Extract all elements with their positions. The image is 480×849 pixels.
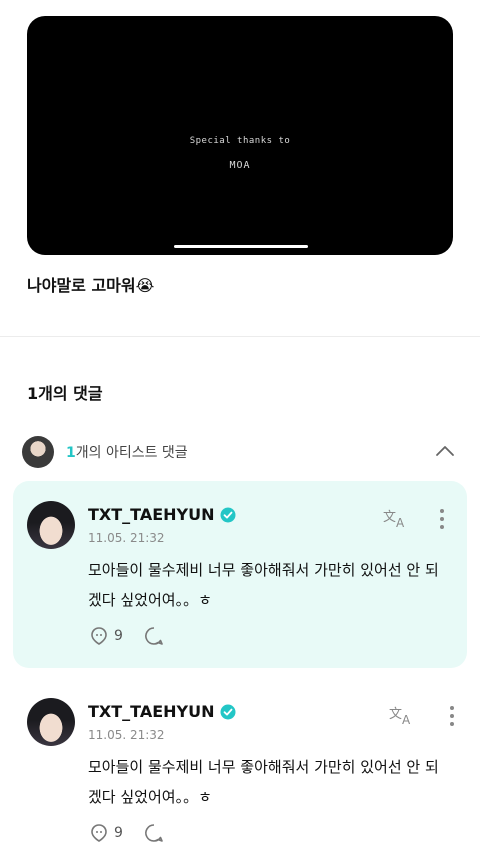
comment-body: 모아들이 물수제비 너무 좋아해줘서 가만히 있어선 안 되겠다 싶었어여。。ㅎ (88, 561, 439, 609)
comment-time: 11.05. 21:32 (88, 531, 165, 545)
comment-author-name: TXT_TAEHYUN (88, 505, 215, 524)
comment-author[interactable]: TXT_TAEHYUN (88, 702, 236, 721)
comment-body: 모아들이 물수제비 너무 좋아해줘서 가만히 있어선 안 되겠다 싶었어여。。ㅎ (88, 758, 439, 806)
section-divider (0, 336, 480, 337)
svg-text:文: 文 (383, 510, 396, 525)
reply-icon[interactable] (143, 625, 165, 647)
comment-count: 1개의 댓글 (27, 384, 103, 403)
chevron-up-icon[interactable] (434, 440, 456, 462)
comment-author[interactable]: TXT_TAEHYUN (88, 505, 236, 524)
like-icon[interactable] (88, 625, 110, 647)
post-text: 나야말로 고마워😭 (27, 276, 155, 295)
comment-actions: 9 (88, 821, 165, 845)
comment-highlighted: TXT_TAEHYUN 11.05. 21:32 文 A 모아들이 물수제비 너… (13, 481, 467, 668)
translate-icon[interactable]: 文 A (383, 507, 409, 529)
comment-time: 11.05. 21:32 (88, 728, 165, 742)
verified-badge-icon (220, 507, 236, 522)
avatar (22, 436, 54, 468)
like-count: 9 (114, 628, 123, 644)
comment-author-name: TXT_TAEHYUN (88, 702, 215, 721)
comment: TXT_TAEHYUN 11.05. 21:32 文 A 모아들이 물수제비 너… (13, 682, 467, 849)
video-caption-line2: MOA (229, 160, 251, 171)
video-player[interactable]: Special thanks to MOA (27, 16, 453, 255)
reply-icon[interactable] (143, 822, 165, 844)
avatar[interactable] (27, 501, 75, 549)
comment-actions: 9 (88, 624, 165, 648)
video-caption-line1: Special thanks to (189, 136, 291, 146)
avatar[interactable] (27, 698, 75, 746)
artist-comments-text: 개의 아티스트 댓글 (75, 445, 188, 461)
like-icon[interactable] (88, 822, 110, 844)
svg-text:文: 文 (389, 707, 402, 722)
artist-comments-toggle[interactable]: 1개의 아티스트 댓글 (22, 434, 458, 470)
verified-badge-icon (220, 704, 236, 719)
more-options-icon[interactable] (447, 704, 457, 728)
svg-text:A: A (402, 713, 411, 726)
svg-text:A: A (396, 516, 405, 529)
translate-icon[interactable]: 文 A (389, 704, 415, 726)
like-count: 9 (114, 825, 123, 841)
more-options-icon[interactable] (437, 507, 447, 531)
artist-comments-count: 1 (66, 445, 76, 461)
artist-comments-label: 1개의 아티스트 댓글 (66, 442, 188, 462)
video-progress-bar[interactable] (174, 245, 308, 248)
